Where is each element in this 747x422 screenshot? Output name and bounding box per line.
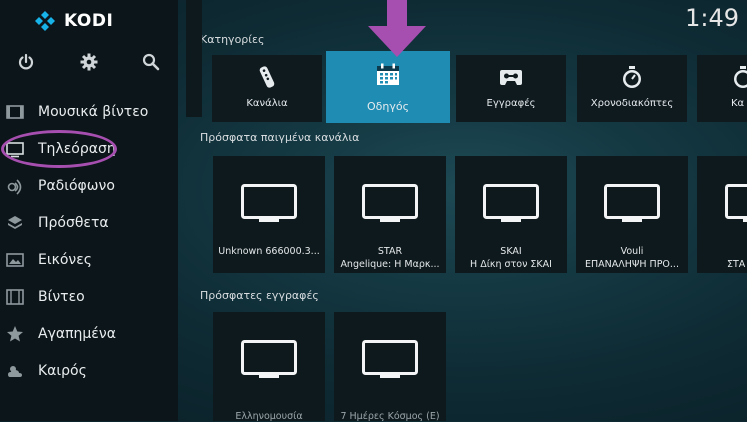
weather-icon	[6, 362, 24, 380]
kodi-logo-icon	[34, 10, 56, 32]
category-label: Κα	[731, 98, 747, 109]
tv-icon	[725, 184, 747, 224]
recent-recordings-title: Πρόσφατες εγγραφές	[200, 289, 319, 302]
sidebar-item-label: Μουσικά βίντεο	[38, 104, 148, 120]
channel-programme: Angelique: Η Μαρκ...	[338, 259, 442, 270]
channel-tile-partial[interactable]	[186, 0, 202, 117]
remote-icon	[254, 64, 280, 90]
channel-tile[interactable]: Vouli ΕΠΑΝΑΛΗΨΗ ΠΡΟ...	[576, 156, 688, 273]
sidebar-item-pictures[interactable]: Εικόνες	[0, 242, 178, 278]
pictures-icon	[6, 251, 24, 269]
timer-icon	[619, 64, 645, 90]
sidebar-item-label: Καιρός	[38, 363, 87, 379]
gear-icon[interactable]	[79, 52, 99, 72]
category-channels[interactable]: Κανάλια	[212, 55, 322, 122]
recent-channels-title: Πρόσφατα παιγμένα κανάλια	[200, 131, 359, 144]
sidebar-item-addons[interactable]: Πρόσθετα	[0, 205, 178, 241]
sidebar-item-radio[interactable]: Ραδιόφωνο	[0, 168, 178, 204]
timer-rule-icon	[730, 64, 747, 90]
channel-name: Unknown 666000.3...	[217, 246, 321, 257]
categories-title: Κατηγορίες	[200, 33, 264, 46]
search-icon[interactable]	[141, 52, 161, 72]
recording-tile[interactable]: Ελληνομουσία	[213, 312, 325, 421]
recording-tile[interactable]: 7 Ημέρες Κόσμος (Ε)	[334, 312, 446, 421]
channel-programme: ΣΤΑ	[727, 259, 747, 270]
top-icon-bar	[0, 52, 178, 76]
channel-tile[interactable]: STAR Angelique: Η Μαρκ...	[334, 156, 446, 273]
sidebar-item-weather[interactable]: Καιρός	[0, 353, 178, 389]
channel-programme: ΕΠΑΝΑΛΗΨΗ ΠΡΟ...	[580, 259, 684, 270]
addons-icon	[6, 214, 24, 232]
sidebar-item-videos[interactable]: Βίντεο	[0, 279, 178, 315]
channel-tile[interactable]: SKAI Η Δίκη στον ΣΚΑΪ	[455, 156, 567, 273]
channel-name: STAR	[338, 246, 442, 257]
channel-tile[interactable]: ΣΤΑ	[697, 156, 747, 273]
sidebar-item-label: Αγαπημένα	[38, 326, 116, 342]
tv-icon	[362, 340, 418, 380]
category-timers[interactable]: Χρονοδιακόπτες	[577, 55, 687, 122]
category-timer-rules[interactable]: Κα	[697, 55, 747, 122]
tv-icon	[362, 184, 418, 224]
sidebar: KODI Μουσικά βίντεο	[0, 0, 178, 421]
tv-icon	[483, 184, 539, 224]
tv-icon	[241, 184, 297, 224]
category-recordings[interactable]: Εγγραφές	[456, 55, 566, 122]
category-label: Χρονοδιακόπτες	[577, 98, 687, 109]
radio-icon	[6, 177, 24, 195]
app-name: KODI	[64, 11, 113, 31]
category-label: Οδηγός	[326, 100, 450, 113]
sidebar-item-label: Εικόνες	[38, 252, 92, 268]
kodi-logo: KODI	[34, 10, 113, 32]
category-label: Κανάλια	[212, 98, 322, 109]
sidebar-item-favourites[interactable]: Αγαπημένα	[0, 316, 178, 352]
channel-programme: Η Δίκη στον ΣΚΑΪ	[459, 259, 563, 270]
power-icon[interactable]	[16, 52, 36, 72]
sidebar-item-label: Βίντεο	[38, 289, 85, 305]
channel-tile[interactable]: Unknown 666000.3...	[213, 156, 325, 273]
annotation-arrow	[366, 0, 428, 58]
recording-title: Ελληνομουσία	[217, 411, 321, 422]
tv-icon	[604, 184, 660, 224]
cassette-icon	[498, 64, 524, 90]
channel-name: SKAI	[459, 246, 563, 257]
sidebar-item-label: Ραδιόφωνο	[38, 178, 115, 194]
category-label: Εγγραφές	[456, 98, 566, 109]
channel-name: Vouli	[580, 246, 684, 257]
film-icon	[6, 288, 24, 306]
sidebar-item-label: Πρόσθετα	[38, 215, 109, 231]
music-video-icon	[6, 103, 24, 121]
sidebar-item-music-videos[interactable]: Μουσικά βίντεο	[0, 94, 178, 130]
recording-title: 7 Ημέρες Κόσμος (Ε)	[338, 411, 442, 422]
clock: 1:49	[685, 4, 739, 32]
tv-icon	[241, 340, 297, 380]
category-guide[interactable]: Οδηγός	[326, 51, 450, 123]
star-icon	[6, 325, 24, 343]
calendar-icon	[375, 62, 401, 88]
annotation-ellipse	[1, 130, 117, 168]
